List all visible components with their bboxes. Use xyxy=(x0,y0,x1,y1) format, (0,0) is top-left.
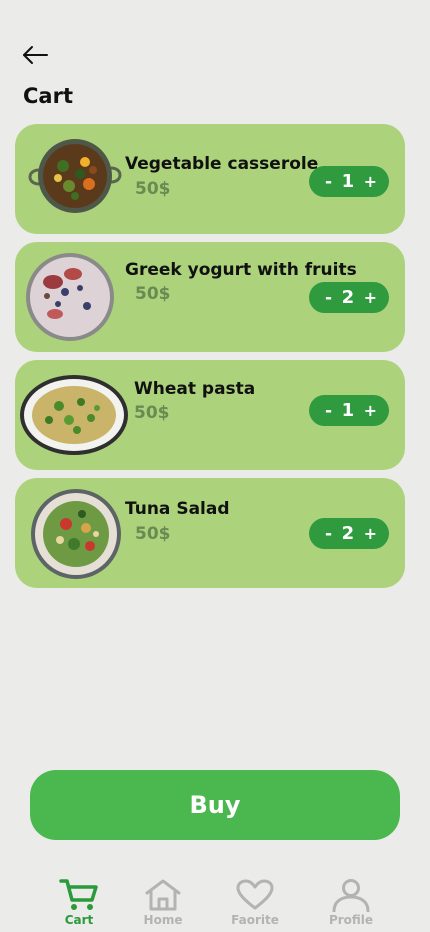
food-image xyxy=(20,375,128,455)
nav-label-favorite: Faorite xyxy=(231,913,279,927)
item-name: Greek yogurt with fruits xyxy=(125,260,357,280)
increase-button[interactable]: + xyxy=(364,401,377,420)
cart-item: Greek yogurt with fruits 50$ - 2 + xyxy=(15,242,405,352)
nav-item-favorite[interactable]: Faorite xyxy=(220,878,290,927)
increase-button[interactable]: + xyxy=(364,288,377,307)
decrease-button[interactable]: - xyxy=(325,288,332,308)
item-price: 50$ xyxy=(135,524,171,544)
nav-item-profile[interactable]: Profile xyxy=(316,878,386,927)
item-name: Wheat pasta xyxy=(134,379,256,399)
nav-label-cart: Cart xyxy=(64,913,94,927)
decrease-button[interactable]: - xyxy=(325,524,332,544)
nav-item-home[interactable]: Home xyxy=(128,878,198,927)
quantity-value: 2 xyxy=(341,287,355,308)
cart-icon xyxy=(59,879,98,910)
arrow-left-icon xyxy=(23,46,48,64)
decrease-button[interactable]: - xyxy=(325,172,332,192)
quantity-value: 2 xyxy=(341,523,355,544)
heart-icon xyxy=(236,879,274,910)
decrease-button[interactable]: - xyxy=(325,401,332,421)
food-image xyxy=(28,139,122,213)
quantity-stepper: - 2 + xyxy=(309,282,389,313)
cart-item: Tuna Salad 50$ - 2 + xyxy=(15,478,405,588)
quantity-value: 1 xyxy=(341,171,355,192)
item-name: Vegetable casserole xyxy=(125,154,319,174)
cart-item: Wheat pasta 50$ - 1 + xyxy=(15,360,405,470)
item-price: 50$ xyxy=(134,403,170,423)
increase-button[interactable]: + xyxy=(364,524,377,543)
buy-button[interactable]: Buy xyxy=(30,770,400,840)
item-name: Tuna Salad xyxy=(125,499,230,519)
page-title: Cart xyxy=(23,84,73,108)
food-image xyxy=(31,489,121,579)
item-price: 50$ xyxy=(135,284,171,304)
cart-screen: Cart Vegetable casserole 50$ - 1 + Greek… xyxy=(0,0,430,932)
quantity-stepper: - 1 + xyxy=(309,166,389,197)
item-price: 50$ xyxy=(135,179,171,199)
user-icon xyxy=(332,879,370,912)
nav-item-cart[interactable]: Cart xyxy=(44,878,114,927)
nav-label-profile: Profile xyxy=(328,913,374,927)
increase-button[interactable]: + xyxy=(364,172,377,191)
home-icon xyxy=(145,879,181,911)
food-image xyxy=(26,253,114,341)
quantity-stepper: - 1 + xyxy=(309,395,389,426)
back-button[interactable] xyxy=(20,40,52,70)
quantity-value: 1 xyxy=(341,400,355,421)
quantity-stepper: - 2 + xyxy=(309,518,389,549)
nav-label-home: Home xyxy=(143,913,183,927)
cart-item: Vegetable casserole 50$ - 1 + xyxy=(15,124,405,234)
